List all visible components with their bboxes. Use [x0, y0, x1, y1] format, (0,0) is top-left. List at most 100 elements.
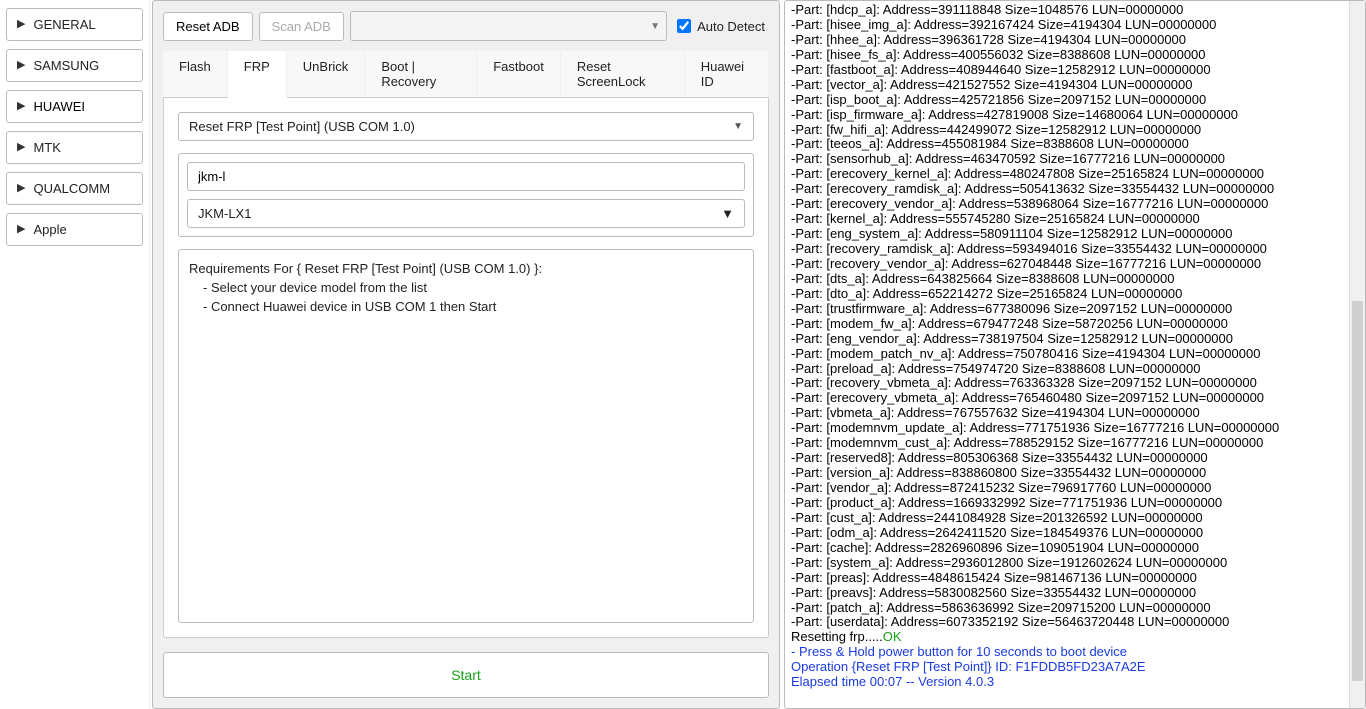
tab-boot-recovery[interactable]: Boot | Recovery — [365, 51, 477, 97]
sidebar-item-apple[interactable]: ▶ Apple — [6, 213, 143, 246]
log-line: -Part: [trustfirmware_a]: Address=677380… — [791, 302, 1359, 317]
scrollbar-thumb[interactable] — [1352, 301, 1363, 681]
log-line: -Part: [vector_a]: Address=421527552 Siz… — [791, 78, 1359, 93]
sidebar-item-label: Apple — [33, 222, 66, 237]
auto-detect-label: Auto Detect — [697, 19, 765, 34]
log-line: -Part: [kernel_a]: Address=555745280 Siz… — [791, 212, 1359, 227]
log-line: -Part: [product_a]: Address=1669332992 S… — [791, 496, 1359, 511]
log-line: -Part: [erecovery_vbmeta_a]: Address=765… — [791, 391, 1359, 406]
chevron-down-icon: ▼ — [733, 121, 743, 132]
log-line: -Part: [hisee_fs_a]: Address=400556032 S… — [791, 48, 1359, 63]
log-line: -Part: [vendor_a]: Address=872415232 Siz… — [791, 481, 1359, 496]
log-line: -Part: [fastboot_a]: Address=408944640 S… — [791, 63, 1359, 78]
sidebar-item-general[interactable]: ▶ GENERAL — [6, 8, 143, 41]
log-line: -Part: [isp_firmware_a]: Address=4278190… — [791, 108, 1359, 123]
requirement-line: - Select your device model from the list — [189, 279, 743, 298]
caret-right-icon: ▶ — [17, 224, 25, 235]
start-button[interactable]: Start — [163, 652, 769, 698]
auto-detect-input[interactable] — [677, 19, 691, 33]
log-line-resetting: Resetting frp.....OK — [791, 630, 1359, 645]
log-line: -Part: [erecovery_vendor_a]: Address=538… — [791, 197, 1359, 212]
status-ok: OK — [883, 629, 902, 644]
log-line: -Part: [recovery_vbmeta_a]: Address=7633… — [791, 376, 1359, 391]
caret-right-icon: ▶ — [17, 19, 25, 30]
operation-select-value: Reset FRP [Test Point] (USB COM 1.0) — [189, 119, 415, 134]
caret-right-icon: ▶ — [17, 60, 25, 71]
main-panel: Reset ADB Scan ADB ▼ Auto Detect Flash F… — [152, 0, 780, 709]
resetting-prefix: Resetting frp..... — [791, 629, 883, 644]
sidebar-item-label: SAMSUNG — [33, 58, 99, 73]
log-line: -Part: [system_a]: Address=2936012800 Si… — [791, 556, 1359, 571]
log-line-info: Operation {Reset FRP [Test Point]} ID: F… — [791, 660, 1359, 675]
tab-reset-screenlock[interactable]: Reset ScreenLock — [561, 51, 685, 97]
log-line: -Part: [hhee_a]: Address=396361728 Size=… — [791, 33, 1359, 48]
auto-detect-checkbox[interactable]: Auto Detect — [673, 19, 769, 34]
log-panel: -Part: [hdcp_a]: Address=391118848 Size=… — [784, 0, 1366, 709]
requirement-line: - Connect Huawei device in USB COM 1 the… — [189, 298, 743, 317]
log-line: -Part: [version_a]: Address=838860800 Si… — [791, 466, 1359, 481]
tab-frp[interactable]: FRP — [228, 51, 287, 98]
log-line: -Part: [sensorhub_a]: Address=463470592 … — [791, 152, 1359, 167]
caret-right-icon: ▶ — [17, 142, 25, 153]
scrollbar[interactable] — [1349, 1, 1365, 708]
log-line: -Part: [recovery_vendor_a]: Address=6270… — [791, 257, 1359, 272]
log-line: -Part: [erecovery_kernel_a]: Address=480… — [791, 167, 1359, 182]
log-line: -Part: [patch_a]: Address=5863636992 Siz… — [791, 601, 1359, 616]
tab-unbrick[interactable]: UnBrick — [287, 51, 366, 97]
log-line-info: Elapsed time 00:07 -- Version 4.0.3 — [791, 675, 1359, 690]
log-line: -Part: [modem_fw_a]: Address=679477248 S… — [791, 317, 1359, 332]
tab-huawei-id[interactable]: Huawei ID — [685, 51, 769, 97]
sidebar-item-mtk[interactable]: ▶ MTK — [6, 131, 143, 164]
log-line: -Part: [preavs]: Address=5830082560 Size… — [791, 586, 1359, 601]
device-dropdown[interactable]: ▼ — [350, 11, 667, 41]
log-line: -Part: [eng_vendor_a]: Address=738197504… — [791, 332, 1359, 347]
chevron-down-icon: ▼ — [721, 206, 734, 221]
log-line: -Part: [dts_a]: Address=643825664 Size=8… — [791, 272, 1359, 287]
log-line: -Part: [eng_system_a]: Address=580911104… — [791, 227, 1359, 242]
tab-fastboot[interactable]: Fastboot — [477, 51, 561, 97]
sidebar-item-qualcomm[interactable]: ▶ QUALCOMM — [6, 172, 143, 205]
operation-select[interactable]: Reset FRP [Test Point] (USB COM 1.0) ▼ — [178, 112, 754, 141]
log-line: -Part: [erecovery_ramdisk_a]: Address=50… — [791, 182, 1359, 197]
log-line: -Part: [modemnvm_cust_a]: Address=788529… — [791, 436, 1359, 451]
sidebar-item-label: GENERAL — [33, 17, 95, 32]
sidebar-item-label: QUALCOMM — [33, 181, 110, 196]
log-line-info: - Press & Hold power button for 10 secon… — [791, 645, 1359, 660]
log-line: -Part: [fw_hifi_a]: Address=442499072 Si… — [791, 123, 1359, 138]
sidebar-item-label: MTK — [33, 140, 60, 155]
caret-right-icon: ▶ — [17, 183, 25, 194]
sidebar: ▶ GENERAL ▶ SAMSUNG ▶ HUAWEI ▶ MTK ▶ QUA… — [0, 0, 150, 709]
log-line: -Part: [userdata]: Address=6073352192 Si… — [791, 615, 1359, 630]
scan-adb-button[interactable]: Scan ADB — [259, 12, 344, 41]
log-line: -Part: [recovery_ramdisk_a]: Address=593… — [791, 242, 1359, 257]
requirements-box: Requirements For { Reset FRP [Test Point… — [178, 249, 754, 623]
model-filter-input[interactable] — [187, 162, 745, 191]
log-line: -Part: [preas]: Address=4848615424 Size=… — [791, 571, 1359, 586]
log-output[interactable]: -Part: [hdcp_a]: Address=391118848 Size=… — [785, 1, 1365, 708]
chevron-down-icon: ▼ — [650, 21, 660, 32]
log-line: -Part: [dto_a]: Address=652214272 Size=2… — [791, 287, 1359, 302]
model-select[interactable]: JKM-LX1 ▼ — [187, 199, 745, 228]
sidebar-item-samsung[interactable]: ▶ SAMSUNG — [6, 49, 143, 82]
model-group: JKM-LX1 ▼ — [178, 153, 754, 237]
log-line: -Part: [teeos_a]: Address=455081984 Size… — [791, 137, 1359, 152]
reset-adb-button[interactable]: Reset ADB — [163, 12, 253, 41]
sidebar-item-huawei[interactable]: ▶ HUAWEI — [6, 90, 143, 123]
log-line: -Part: [modem_patch_nv_a]: Address=75078… — [791, 347, 1359, 362]
tab-flash[interactable]: Flash — [163, 51, 228, 97]
log-line: -Part: [modemnvm_update_a]: Address=7717… — [791, 421, 1359, 436]
model-select-value: JKM-LX1 — [198, 206, 251, 221]
log-line: -Part: [vbmeta_a]: Address=767557632 Siz… — [791, 406, 1359, 421]
toolbar: Reset ADB Scan ADB ▼ Auto Detect — [163, 11, 769, 41]
log-line: -Part: [reserved8]: Address=805306368 Si… — [791, 451, 1359, 466]
caret-right-icon: ▶ — [17, 101, 25, 112]
sidebar-item-label: HUAWEI — [33, 99, 85, 114]
log-line: -Part: [cache]: Address=2826960896 Size=… — [791, 541, 1359, 556]
log-line: -Part: [hisee_img_a]: Address=392167424 … — [791, 18, 1359, 33]
log-line: -Part: [odm_a]: Address=2642411520 Size=… — [791, 526, 1359, 541]
log-line: -Part: [hdcp_a]: Address=391118848 Size=… — [791, 3, 1359, 18]
requirements-title: Requirements For { Reset FRP [Test Point… — [189, 260, 743, 279]
tabs: Flash FRP UnBrick Boot | Recovery Fastbo… — [163, 51, 769, 98]
log-line: -Part: [preload_a]: Address=754974720 Si… — [791, 362, 1359, 377]
log-line: -Part: [isp_boot_a]: Address=425721856 S… — [791, 93, 1359, 108]
